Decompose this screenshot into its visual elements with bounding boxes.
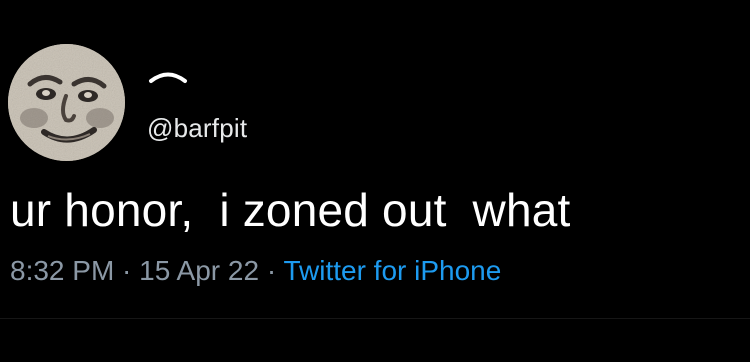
tweet-date[interactable]: 15 Apr 22 — [139, 255, 259, 286]
meta-separator: · — [114, 255, 140, 286]
display-name-emoji[interactable] — [147, 66, 189, 86]
meta-separator: · — [259, 255, 284, 286]
divider — [0, 318, 750, 319]
frown-mark-icon — [149, 72, 187, 83]
moon-face-avatar-image — [8, 44, 125, 161]
user-handle[interactable]: @barfpit — [147, 111, 247, 145]
tweet-time[interactable]: 8:32 PM — [10, 255, 114, 286]
avatar[interactable] — [8, 44, 125, 161]
tweet-source-link[interactable]: Twitter for iPhone — [283, 255, 501, 286]
tweet-meta: 8:32 PM · 15 Apr 22 · Twitter for iPhone — [10, 253, 501, 289]
tweet-text: ur honor, i zoned out what — [10, 184, 571, 236]
